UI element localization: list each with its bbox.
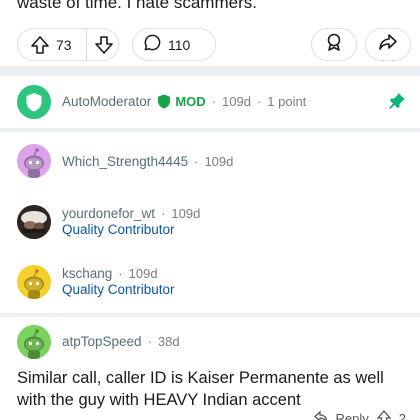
post-body-tail: waste of time. I hate scammers. (17, 0, 257, 12)
comments-button[interactable]: 110 (132, 28, 216, 61)
section-separator (0, 66, 420, 76)
post-action-bar: 73 110 (17, 28, 411, 62)
upvote-icon[interactable] (28, 33, 52, 57)
comment-age: 109d (204, 154, 234, 169)
vote-control: 73 (17, 28, 119, 62)
reply-button[interactable]: Reply (336, 411, 369, 420)
meta-separator: · (256, 94, 262, 109)
vote-divider (86, 29, 87, 62)
avatar[interactable] (17, 205, 51, 239)
pin-icon (388, 92, 406, 115)
vote-count: 2 (398, 411, 406, 420)
meta-separator: · (147, 334, 152, 349)
comment-count: 110 (168, 36, 191, 53)
comment-age: 38d (157, 334, 180, 349)
meta-separator: · (194, 154, 199, 169)
user-flair: Quality Contributor (62, 282, 175, 297)
comment-age: 109d (128, 266, 158, 281)
comment-username[interactable]: yourdonefor_wt (62, 206, 155, 221)
mod-badge: MOD (175, 94, 206, 109)
comment-points: 1 point (267, 94, 307, 109)
comment-icon (143, 33, 162, 57)
share-button[interactable] (365, 28, 411, 61)
comment-age: 109d (222, 94, 251, 109)
shield-icon (17, 85, 51, 119)
downvote-icon[interactable] (92, 33, 116, 57)
snoo-avatar-icon[interactable] (17, 265, 51, 299)
reply-icon[interactable] (313, 410, 328, 420)
meta-separator: · (118, 266, 123, 281)
comment-body: Similar call, caller ID is Kaiser Perman… (17, 369, 384, 409)
comment-username[interactable]: AutoModerator (62, 94, 151, 109)
upvote-count: 73 (56, 36, 72, 53)
comment-username[interactable]: kschang (62, 266, 112, 281)
upvote-icon[interactable] (376, 410, 392, 420)
comment-username[interactable]: atpTopSpeed (62, 334, 142, 349)
avatar[interactable] (17, 85, 51, 119)
meta-separator: · (211, 94, 216, 109)
award-icon (324, 32, 344, 57)
snoo-avatar-icon[interactable] (17, 325, 51, 359)
comment-actions: Reply 2 (313, 410, 406, 420)
award-button[interactable] (311, 28, 357, 61)
section-separator (0, 313, 420, 317)
comment-age: 109d (171, 206, 201, 221)
user-flair: Quality Contributor (62, 222, 175, 237)
snoo-avatar-icon[interactable] (17, 144, 51, 178)
meta-separator: · (161, 206, 166, 221)
section-separator (0, 128, 420, 132)
mod-shield-icon (157, 94, 171, 109)
share-icon (378, 32, 398, 57)
comment-username[interactable]: Which_Strength4445 (62, 154, 188, 169)
